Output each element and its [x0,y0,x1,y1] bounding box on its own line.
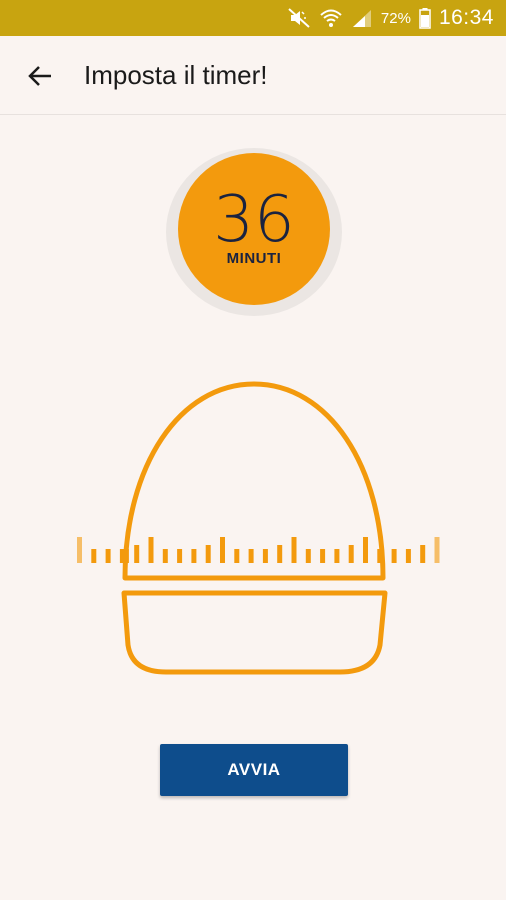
dial-tick [420,545,426,563]
dial-tick [363,537,368,563]
dial-tick [291,537,297,563]
dial-tick [105,549,111,563]
dial-tick [334,549,340,563]
wifi-icon [319,7,343,29]
app-bar: Imposta il timer! [0,36,506,115]
egg-bottom-shell [121,590,388,675]
dial-tick [262,549,268,563]
battery-percent: 72% [380,9,411,27]
mute-icon [287,7,311,29]
dial-tick [205,545,211,563]
dial-tick [91,549,97,563]
dial-tick [320,549,326,563]
dial-tick [234,549,240,563]
dial-tick [220,537,225,563]
dial-tick [277,545,283,563]
dial-tick [305,549,311,563]
signal-icon [351,8,373,28]
dial-tick [348,545,354,563]
dial-tick [177,549,183,563]
status-clock: 16:34 [438,6,494,29]
dial-tick [119,549,129,563]
status-icons: 72% 16:34 [287,0,494,36]
arrow-left-icon [28,66,51,86]
dial-tick [134,545,140,563]
dial-tick [248,549,254,563]
dial-tick [377,549,383,563]
dial-tick [148,537,154,563]
dial-tick [434,537,440,563]
dial-tick [77,537,82,563]
timer-value: 36 [213,182,295,257]
dial-tick [405,549,411,563]
dial-tick [191,549,197,563]
timer-display: 36 MINUTI [178,153,330,305]
back-button[interactable] [22,58,58,94]
egg-timer-icon[interactable] [70,375,440,685]
status-bar: 72% 16:34 [0,0,506,36]
egg-top-shell [122,381,386,581]
start-button[interactable]: AVVIA [160,744,348,796]
dial-tick [391,549,397,563]
dial-tick [162,549,168,563]
page-title: Imposta il timer! [84,60,268,90]
dial-ticks[interactable] [77,537,440,563]
battery-icon [419,7,431,29]
timer-unit: MINUTI [226,249,282,267]
